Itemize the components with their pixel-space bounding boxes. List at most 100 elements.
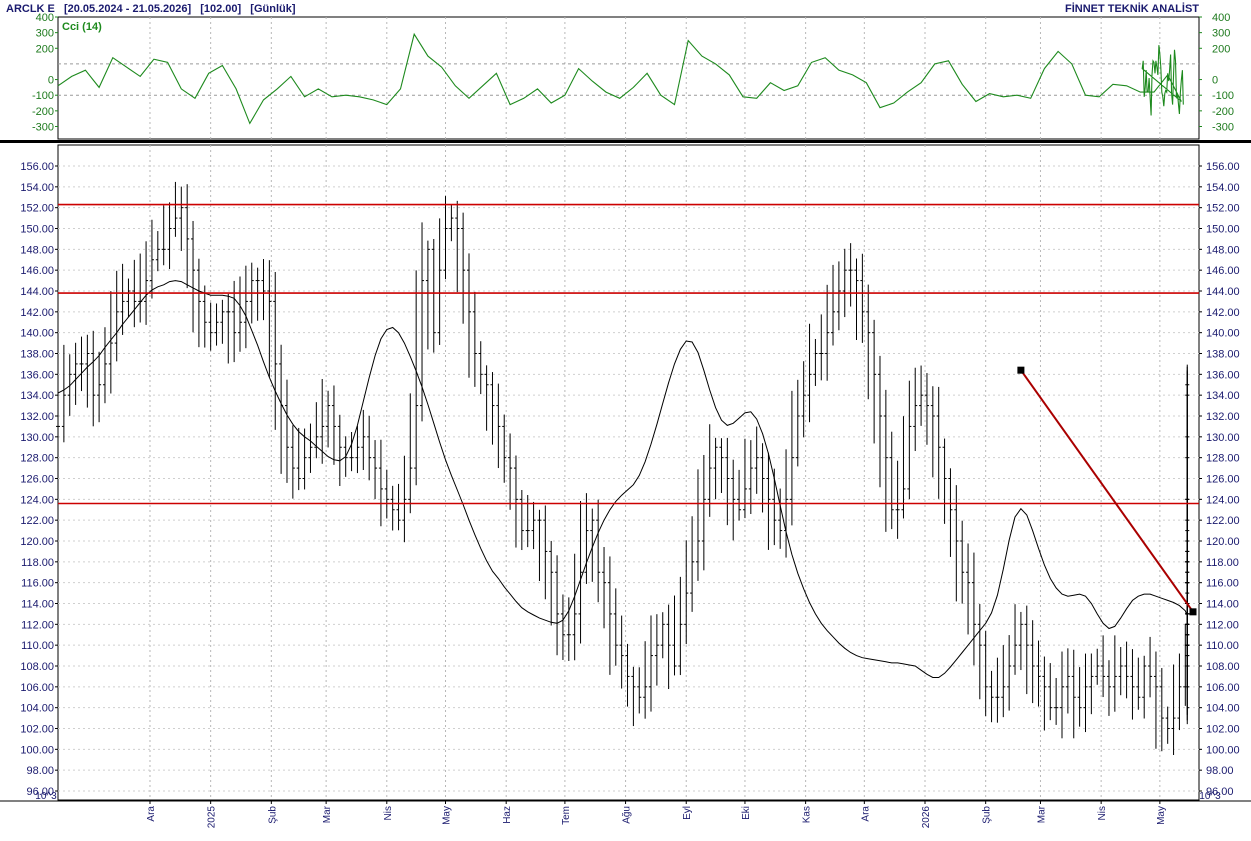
cci-title: Cci (14) bbox=[62, 21, 102, 33]
price-tick-label-left: 116.00 bbox=[21, 578, 54, 590]
price-tick-label-left: 110.00 bbox=[21, 640, 54, 652]
price-tick-label-right: 142.00 bbox=[1206, 307, 1240, 319]
price-tick-label-left: 100.00 bbox=[20, 744, 54, 756]
cci-tick-label-left: 0 bbox=[48, 75, 54, 87]
price-tick-label-right: 112.00 bbox=[1206, 619, 1239, 631]
brand-label: FİNNET TEKNİK ANALİST bbox=[1065, 2, 1199, 15]
x-tick-label: Kas bbox=[802, 806, 813, 823]
price-tick-label-right: 140.00 bbox=[1206, 328, 1240, 340]
price-tick-label-right: 136.00 bbox=[1206, 369, 1240, 381]
price-tick-label-right: 146.00 bbox=[1206, 265, 1240, 277]
price-tick-label-right: 120.00 bbox=[1206, 536, 1240, 548]
x-tick-label: Nis bbox=[1097, 806, 1108, 820]
price-tick-label-right: 118.00 bbox=[1206, 557, 1239, 569]
stock-chart: ARCLK E [20.05.2024 - 21.05.2026] [102.0… bbox=[0, 0, 1251, 841]
cci-tick-label-left: 200 bbox=[36, 43, 54, 55]
x-tick-label: Haz bbox=[502, 806, 513, 824]
cci-tick-label-left: 400 bbox=[36, 12, 54, 24]
price-tick-label-left: 108.00 bbox=[20, 661, 54, 673]
price-tick-label-right: 114.00 bbox=[1206, 599, 1239, 611]
price-tick-label-left: 132.00 bbox=[20, 411, 54, 423]
price-tick-label-right: 108.00 bbox=[1206, 661, 1240, 673]
price-tick-label-right: 106.00 bbox=[1206, 682, 1240, 694]
price-tick-label-left: 152.00 bbox=[20, 203, 54, 215]
price-tick-label-right: 156.00 bbox=[1206, 161, 1240, 173]
price-tick-label-right: 144.00 bbox=[1206, 286, 1240, 298]
price-tick-label-right: 152.00 bbox=[1206, 203, 1240, 215]
price-tick-label-left: 124.00 bbox=[20, 494, 54, 506]
price-tick-label-right: 132.00 bbox=[1206, 411, 1240, 423]
price-tick-label-right: 122.00 bbox=[1206, 515, 1240, 527]
price-tick-label-left: 142.00 bbox=[20, 307, 54, 319]
price-tick-label-left: 112.00 bbox=[21, 619, 54, 631]
price-tick-label-left: 130.00 bbox=[20, 432, 54, 444]
cci-tick-label-left: 300 bbox=[36, 28, 54, 40]
price-tick-label-left: 98.00 bbox=[26, 765, 54, 777]
x-tick-label: Şub bbox=[267, 806, 278, 824]
price-tick-label-right: 138.00 bbox=[1206, 349, 1240, 361]
price-tick-label-left: 126.00 bbox=[20, 474, 54, 486]
price-tick-label-left: 120.00 bbox=[20, 536, 54, 548]
scale-badge-right: 10^3 bbox=[1199, 791, 1221, 802]
cci-tick-label-right: -300 bbox=[1212, 121, 1234, 133]
x-tick-label: May bbox=[442, 806, 453, 825]
price-tick-label-right: 98.00 bbox=[1206, 765, 1234, 777]
price-tick-label-right: 100.00 bbox=[1206, 744, 1240, 756]
price-tick-label-left: 134.00 bbox=[20, 390, 54, 402]
cci-tick-label-right: 0 bbox=[1212, 75, 1218, 87]
price-tick-label-left: 138.00 bbox=[20, 349, 54, 361]
trendline-start-marker bbox=[1017, 366, 1025, 374]
cci-tick-label-left: -100 bbox=[32, 90, 54, 102]
price-tick-label-left: 148.00 bbox=[20, 244, 54, 256]
x-tick-label: Şub bbox=[982, 806, 993, 824]
cci-tick-label-left: -300 bbox=[32, 121, 54, 133]
price-tick-label-left: 128.00 bbox=[20, 453, 54, 465]
price-tick-label-left: 144.00 bbox=[20, 286, 54, 298]
x-tick-label: Tem bbox=[561, 806, 572, 825]
price-tick-label-left: 146.00 bbox=[20, 265, 54, 277]
price-tick-label-right: 150.00 bbox=[1206, 224, 1240, 236]
price-tick-label-left: 136.00 bbox=[20, 369, 54, 381]
x-tick-label: Eyl bbox=[682, 806, 693, 820]
x-tick-label: Mar bbox=[322, 805, 333, 823]
last-price-label: [102.00] bbox=[200, 3, 241, 15]
x-tick-label: Ara bbox=[146, 806, 157, 822]
price-tick-label-left: 122.00 bbox=[20, 515, 54, 527]
cci-tick-label-right: 200 bbox=[1212, 43, 1230, 55]
date-range-label: [20.05.2024 - 21.05.2026] bbox=[64, 3, 192, 15]
trendline-end-marker bbox=[1189, 608, 1197, 616]
cci-tick-label-left: -200 bbox=[32, 106, 54, 118]
price-tick-label-right: 134.00 bbox=[1206, 390, 1240, 402]
price-tick-label-right: 116.00 bbox=[1206, 578, 1239, 590]
price-tick-label-right: 102.00 bbox=[1206, 724, 1240, 736]
price-tick-label-left: 114.00 bbox=[21, 599, 54, 611]
x-tick-label: Mar bbox=[1036, 805, 1047, 823]
price-tick-label-right: 130.00 bbox=[1206, 432, 1240, 444]
period-label: [Günlük] bbox=[250, 3, 296, 15]
cci-tick-label-right: 400 bbox=[1212, 12, 1230, 24]
price-tick-label-left: 118.00 bbox=[21, 557, 54, 569]
x-tick-label: Ara bbox=[860, 806, 871, 822]
price-tick-label-right: 104.00 bbox=[1206, 703, 1240, 715]
price-tick-label-right: 110.00 bbox=[1206, 640, 1239, 652]
price-tick-label-right: 148.00 bbox=[1206, 244, 1240, 256]
cci-tick-label-right: -100 bbox=[1212, 90, 1234, 102]
x-tick-label: 2025 bbox=[207, 806, 218, 829]
x-tick-label: May bbox=[1156, 806, 1167, 825]
price-tick-label-left: 106.00 bbox=[20, 682, 54, 694]
price-tick-label-right: 154.00 bbox=[1206, 182, 1240, 194]
price-tick-label-left: 140.00 bbox=[20, 328, 54, 340]
price-tick-label-right: 126.00 bbox=[1206, 474, 1240, 486]
price-tick-label-right: 124.00 bbox=[1206, 494, 1240, 506]
price-tick-label-left: 156.00 bbox=[20, 161, 54, 173]
price-tick-label-right: 128.00 bbox=[1206, 453, 1240, 465]
scale-badge-left: 10^3 bbox=[35, 791, 57, 802]
cci-tick-label-right: -200 bbox=[1212, 106, 1234, 118]
price-tick-label-left: 102.00 bbox=[20, 724, 54, 736]
x-tick-label: Ağu bbox=[622, 806, 633, 824]
pane-separator bbox=[0, 140, 1251, 143]
x-tick-label: Nis bbox=[383, 806, 394, 820]
price-tick-label-left: 104.00 bbox=[20, 703, 54, 715]
price-tick-label-left: 150.00 bbox=[20, 224, 54, 236]
price-tick-label-left: 154.00 bbox=[20, 182, 54, 194]
